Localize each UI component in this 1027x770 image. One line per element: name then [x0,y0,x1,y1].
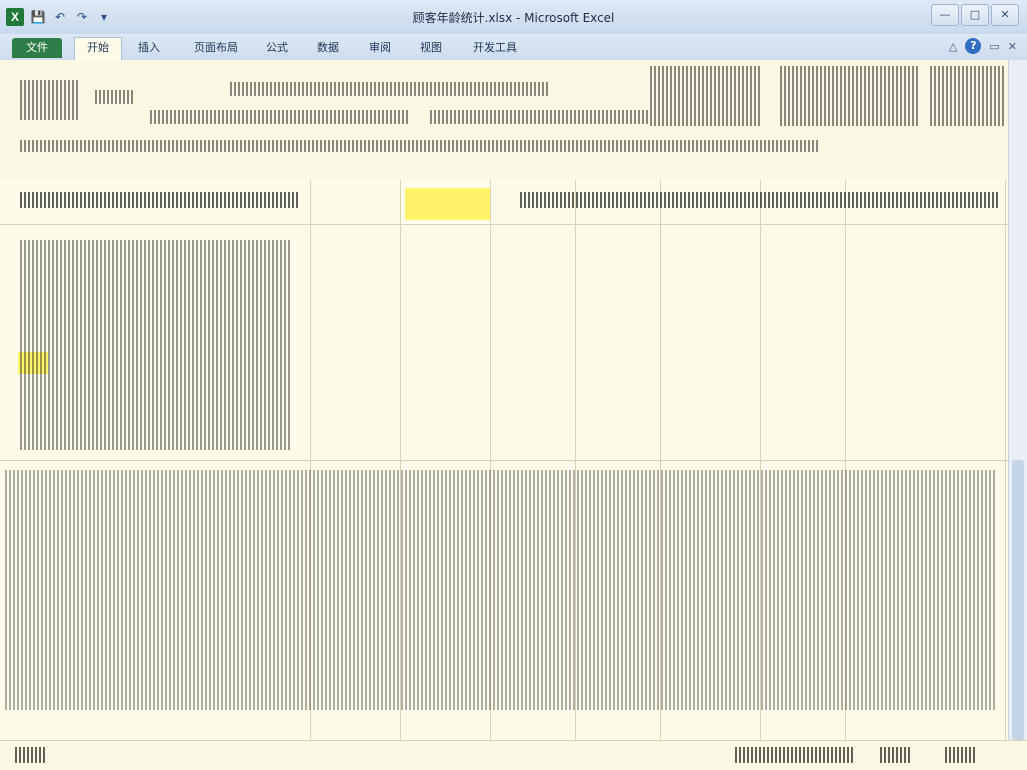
clipboard-group[interactable] [20,80,80,120]
obscured-data-block[interactable] [20,240,290,450]
tab-developer[interactable]: 开发工具 [470,38,520,58]
tab-home[interactable]: 开始 [74,37,122,60]
vertical-scrollbar[interactable] [1008,60,1027,750]
minimize-button[interactable]: — [931,4,959,26]
ribbon-tab-bar: 文件 开始 插入 页面布局 公式 数据 审阅 视图 开发工具 △ ? ▭ ✕ [0,34,1027,61]
window-title: 顾客年龄统计.xlsx - Microsoft Excel [412,11,615,25]
tab-insert[interactable]: 插入 [134,38,164,58]
ribbon-home-panel [0,60,1027,180]
tab-page-layout[interactable]: 页面布局 [186,38,246,58]
font-name-box[interactable] [95,90,135,104]
zoom-level[interactable] [880,747,910,763]
tab-data[interactable]: 数据 [313,38,343,58]
grid-row-line [0,224,1010,225]
view-buttons[interactable] [735,747,855,763]
close-button[interactable]: ✕ [991,4,1019,26]
obscured-header-cells[interactable] [520,192,1000,208]
help-icon[interactable]: ? [965,38,982,54]
sheet-tab-nav[interactable] [15,747,45,763]
cells-group[interactable] [780,66,920,126]
selected-cell[interactable] [405,188,490,220]
font-controls[interactable] [150,110,410,124]
ribbon-right-controls: △ ? ▭ ✕ [949,38,1017,54]
restore-workbook-icon[interactable]: ▭ [989,40,999,53]
tab-formulas[interactable]: 公式 [262,38,292,58]
tab-view[interactable]: 视图 [416,38,446,58]
tab-review[interactable]: 审阅 [365,38,395,58]
ribbon-group-labels [20,140,820,152]
maximize-button[interactable]: □ [961,4,989,26]
number-controls[interactable] [430,110,650,124]
status-bar [0,740,1027,770]
zoom-slider[interactable] [945,747,975,763]
window-controls: — □ ✕ [931,4,1019,26]
scrollbar-thumb[interactable] [1012,460,1024,740]
obscured-data-block[interactable] [5,470,995,710]
close-workbook-icon[interactable]: ✕ [1008,40,1017,53]
editing-group[interactable] [930,66,1005,126]
title-bar: X 💾 ↶ ↷ ▾ 顾客年龄统计.xlsx - Microsoft Excel … [0,0,1027,35]
grid-row-line [0,460,1010,461]
worksheet-grid[interactable] [0,180,1010,740]
styles-group[interactable] [650,66,760,126]
alignment-controls[interactable] [230,82,550,96]
obscured-header-cells[interactable] [20,192,300,208]
tab-file[interactable]: 文件 [12,38,62,58]
minimize-ribbon-icon[interactable]: △ [949,40,957,53]
